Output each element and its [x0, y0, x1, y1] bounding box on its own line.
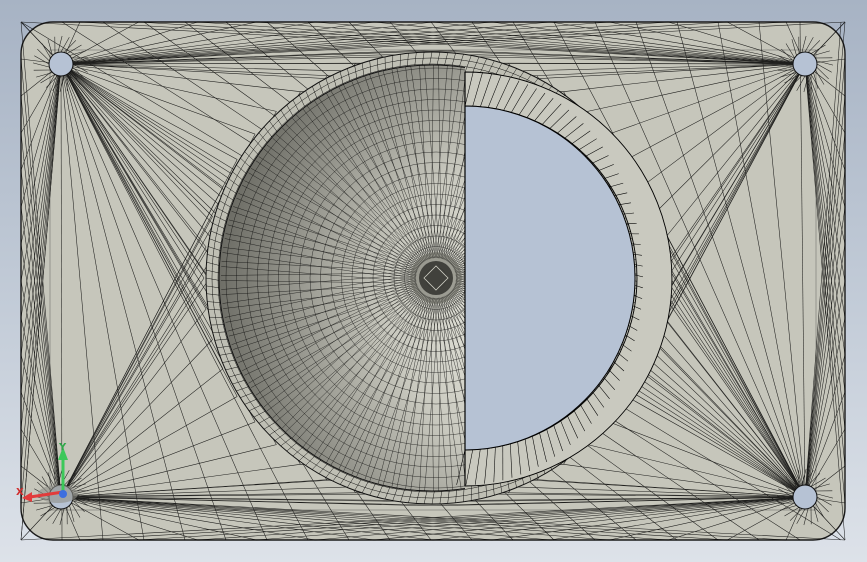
bowl-pole	[410, 252, 462, 304]
circle-hole-icon[interactable]	[48, 51, 74, 77]
circle-hole-icon[interactable]	[792, 51, 818, 77]
triad-x-label: X	[16, 487, 24, 498]
mesh-plate-model[interactable]	[0, 0, 867, 562]
circle-hole-icon[interactable]	[792, 484, 818, 510]
triad-y-label: Y	[59, 442, 67, 453]
graphics-viewport[interactable]: Y X	[0, 0, 867, 562]
